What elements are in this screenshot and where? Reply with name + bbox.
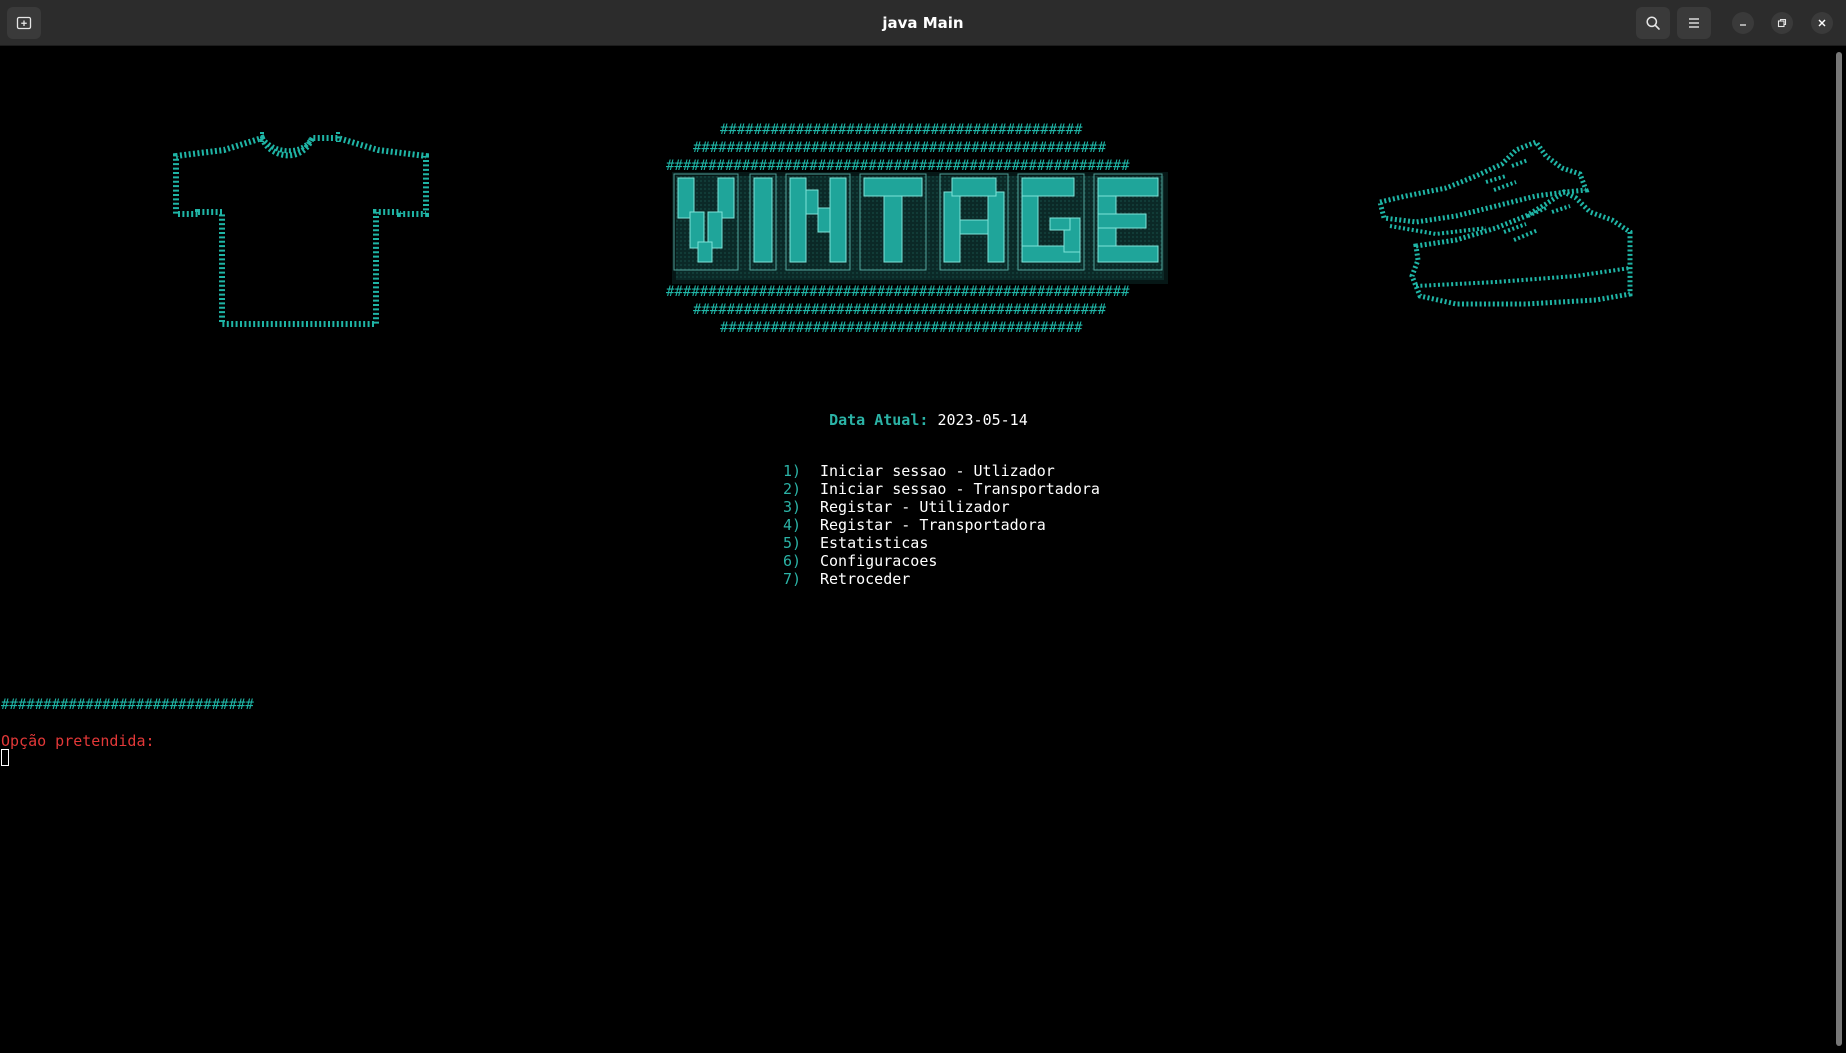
menu-option-label: Retroceder <box>820 570 911 588</box>
close-button[interactable] <box>1811 12 1833 34</box>
menu-option: 4) Registar - Transportadora <box>783 516 1100 534</box>
menu-option-label: Registar - Utilizador <box>820 498 1010 516</box>
date-value: 2023-05-14 <box>937 411 1028 429</box>
close-icon <box>1818 19 1826 27</box>
minimize-icon <box>1740 24 1746 26</box>
menu-option-label: Configuracoes <box>820 552 938 570</box>
menu-option-label: Iniciar sessao - Utlizador <box>820 462 1055 480</box>
vintage-logo <box>672 172 1168 284</box>
menu-option: 6) Configuracoes <box>783 552 1100 570</box>
menu-option-number: 3) <box>783 498 802 516</box>
hamburger-menu-icon <box>1689 18 1699 28</box>
menu-option-number: 4) <box>783 516 802 534</box>
text-cursor[interactable] <box>1 749 9 766</box>
date-label: Data Atual: <box>829 411 929 429</box>
logo-hash-row: ########################################… <box>666 284 1130 300</box>
menu-option: 7) Retroceder <box>783 570 1100 588</box>
input-prompt: Opção pretendida: <box>1 732 155 750</box>
menu-option: 2) Iniciar sessao - Transportadora <box>783 480 1100 498</box>
search-button[interactable] <box>1636 7 1670 39</box>
menu-option-number: 7) <box>783 570 802 588</box>
menu-option-label: Iniciar sessao - Transportadora <box>820 480 1100 498</box>
menu-option-number: 6) <box>783 552 802 570</box>
logo-hash-row: ########################################… <box>693 140 1107 156</box>
menu-option-label: Registar - Transportadora <box>820 516 1046 534</box>
title-bar: java Main <box>0 0 1846 46</box>
t-shirt-icon <box>173 132 429 327</box>
sneaker-icon <box>1376 138 1633 307</box>
separator-line: ############################## <box>1 697 254 713</box>
menu-button[interactable] <box>1677 7 1711 39</box>
logo-hash-row: ########################################… <box>693 302 1107 318</box>
main-menu: 1) Iniciar sessao - Utlizador 2) Iniciar s… <box>783 462 1100 588</box>
logo-hash-row: ########################################… <box>720 122 1083 138</box>
menu-option: 3) Registar - Utilizador <box>783 498 1100 516</box>
maximize-icon <box>1777 18 1787 28</box>
current-date: Data Atual: 2023-05-14 <box>811 390 1028 430</box>
new-tab-icon <box>16 16 32 30</box>
new-tab-button[interactable] <box>7 7 41 39</box>
menu-option-label: Estatisticas <box>820 534 929 552</box>
menu-option-number: 1) <box>783 462 802 480</box>
menu-option: 5) Estatisticas <box>783 534 1100 552</box>
logo-hash-row: ########################################… <box>720 320 1083 336</box>
window-title: java Main <box>882 14 964 32</box>
menu-option-number: 5) <box>783 534 802 552</box>
search-icon <box>1646 16 1660 30</box>
terminal-scrollbar[interactable] <box>1836 52 1842 1046</box>
menu-option-number: 2) <box>783 480 802 498</box>
menu-option: 1) Iniciar sessao - Utlizador <box>783 462 1100 480</box>
minimize-button[interactable] <box>1732 12 1754 34</box>
maximize-button[interactable] <box>1771 12 1793 34</box>
